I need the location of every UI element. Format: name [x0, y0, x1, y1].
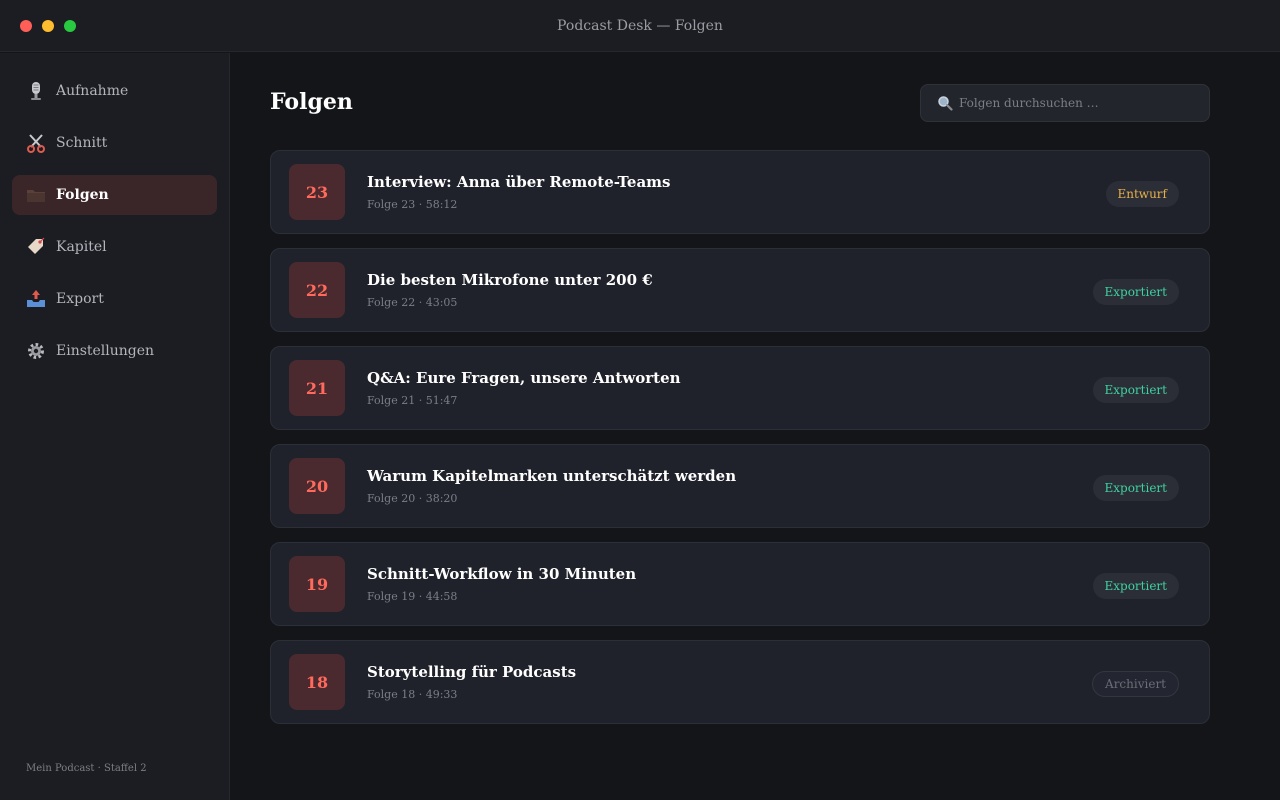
microphone-icon — [24, 79, 48, 103]
sidebar: Aufnahme Schnitt Folgen Kapitel Export E… — [0, 53, 230, 800]
status-badge: Exportiert — [1092, 475, 1179, 501]
search-input[interactable] — [959, 96, 1199, 110]
sidebar-item-einstellungen[interactable]: Einstellungen — [12, 331, 217, 371]
zoom-window-button[interactable] — [64, 20, 76, 32]
search-icon — [937, 95, 953, 111]
status-badge: Exportiert — [1092, 573, 1179, 599]
episode-meta: Folge 22 · 43:05 — [367, 296, 458, 309]
episode-number: 20 — [289, 458, 345, 514]
episode-text: Warum Kapitelmarken unterschätzt werden … — [367, 467, 736, 505]
episode-list: 23 Interview: Anna über Remote-Teams Fol… — [270, 150, 1210, 738]
episode-title: Die besten Mikrofone unter 200 € — [367, 271, 653, 289]
title-bar: Podcast Desk — Folgen — [0, 0, 1280, 52]
sidebar-item-label: Aufnahme — [56, 83, 129, 99]
episode-number: 23 — [289, 164, 345, 220]
episode-number: 19 — [289, 556, 345, 612]
episode-meta: Folge 20 · 38:20 — [367, 492, 458, 505]
episode-row[interactable]: 18 Storytelling für Podcasts Folge 18 · … — [270, 640, 1210, 724]
app-window: Podcast Desk — Folgen Aufnahme Schnitt F… — [0, 0, 1280, 800]
episode-meta: Folge 19 · 44:58 — [367, 590, 458, 603]
sidebar-item-label: Export — [56, 291, 104, 307]
episode-meta: Folge 18 · 49:33 — [367, 688, 458, 701]
episode-text: Die besten Mikrofone unter 200 € Folge 2… — [367, 271, 653, 309]
status-badge: Exportiert — [1092, 279, 1179, 305]
episode-row[interactable]: 23 Interview: Anna über Remote-Teams Fol… — [270, 150, 1210, 234]
main-content: Folgen 23 Interview: Anna über Remote-Te… — [231, 53, 1280, 800]
episode-number: 21 — [289, 360, 345, 416]
episode-text: Interview: Anna über Remote-Teams Folge … — [367, 173, 671, 211]
sidebar-item-folgen[interactable]: Folgen — [12, 175, 217, 215]
sidebar-footer: Mein Podcast · Staffel 2 — [26, 763, 147, 774]
episode-row[interactable]: 22 Die besten Mikrofone unter 200 € Folg… — [270, 248, 1210, 332]
sidebar-item-export[interactable]: Export — [12, 279, 217, 319]
sidebar-item-aufnahme[interactable]: Aufnahme — [12, 71, 217, 111]
minimize-window-button[interactable] — [42, 20, 54, 32]
sidebar-item-schnitt[interactable]: Schnitt — [12, 123, 217, 163]
episode-title: Warum Kapitelmarken unterschätzt werden — [367, 467, 737, 485]
episode-title: Storytelling für Podcasts — [367, 663, 577, 681]
episode-meta: Folge 23 · 58:12 — [367, 198, 458, 211]
sidebar-item-label: Einstellungen — [56, 343, 155, 359]
episode-title: Q&A: Eure Fragen, unsere Antworten — [367, 369, 681, 387]
episode-row[interactable]: 21 Q&A: Eure Fragen, unsere Antworten Fo… — [270, 346, 1210, 430]
sidebar-item-label: Folgen — [56, 187, 109, 203]
episode-number: 18 — [289, 654, 345, 710]
episode-number: 22 — [289, 262, 345, 318]
scissors-icon — [24, 131, 48, 155]
tag-icon — [24, 235, 48, 259]
close-window-button[interactable] — [20, 20, 32, 32]
folder-icon — [24, 183, 48, 207]
sidebar-item-label: Kapitel — [56, 239, 107, 255]
sidebar-item-label: Schnitt — [56, 135, 108, 151]
status-badge: Entwurf — [1105, 181, 1179, 207]
episode-row[interactable]: 19 Schnitt-Workflow in 30 Minuten Folge … — [270, 542, 1210, 626]
gear-icon — [24, 339, 48, 363]
episode-text: Q&A: Eure Fragen, unsere Antworten Folge… — [367, 369, 681, 407]
sidebar-item-kapitel[interactable]: Kapitel — [12, 227, 217, 267]
episode-meta: Folge 21 · 51:47 — [367, 394, 458, 407]
search-box[interactable] — [920, 84, 1210, 122]
episode-row[interactable]: 20 Warum Kapitelmarken unterschätzt werd… — [270, 444, 1210, 528]
outbox-tray-icon — [24, 287, 48, 311]
status-badge: Exportiert — [1092, 377, 1179, 403]
episode-title: Interview: Anna über Remote-Teams — [367, 173, 671, 191]
episode-text: Storytelling für Podcasts Folge 18 · 49:… — [367, 663, 576, 701]
window-title: Podcast Desk — Folgen — [557, 17, 723, 34]
episode-title: Schnitt-Workflow in 30 Minuten — [367, 565, 637, 583]
status-badge: Archiviert — [1092, 671, 1179, 697]
episode-text: Schnitt-Workflow in 30 Minuten Folge 19 … — [367, 565, 636, 603]
window-controls — [20, 20, 76, 32]
page-title: Folgen — [270, 89, 353, 115]
